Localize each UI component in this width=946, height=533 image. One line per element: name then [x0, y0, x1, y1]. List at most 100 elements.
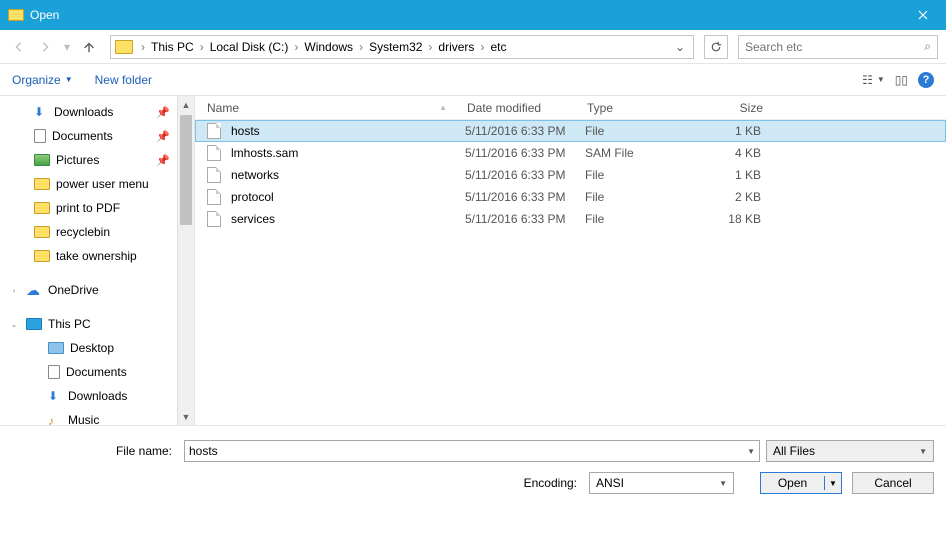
scroll-up-button[interactable]: ▲ — [178, 96, 194, 113]
sidebar-label: take ownership — [56, 249, 137, 263]
chevron-right-icon: › — [424, 40, 436, 54]
up-button[interactable] — [78, 36, 100, 58]
file-icon — [207, 189, 221, 205]
filename-field[interactable]: ▼ — [184, 440, 760, 462]
address-bar[interactable]: › This PC › Local Disk (C:) › Windows › … — [110, 35, 694, 59]
new-folder-button[interactable]: New folder — [95, 73, 152, 87]
chevron-down-icon: ▼ — [877, 75, 885, 84]
column-name[interactable]: Name▲ — [207, 101, 467, 115]
file-row[interactable]: protocol5/11/2016 6:33 PMFile2 KB — [195, 186, 946, 208]
file-date: 5/11/2016 6:33 PM — [465, 146, 585, 160]
file-size: 1 KB — [695, 124, 775, 138]
filename-input[interactable] — [189, 444, 747, 458]
filter-label: All Files — [773, 444, 815, 458]
chevron-right-icon: › — [196, 40, 208, 54]
file-icon — [207, 167, 221, 183]
forward-button[interactable] — [34, 36, 56, 58]
close-button[interactable] — [900, 0, 946, 30]
breadcrumb-segment[interactable]: System32 — [369, 40, 422, 54]
document-icon — [48, 365, 60, 379]
sidebar-item-documents2[interactable]: Documents — [0, 360, 194, 384]
sidebar-item-documents[interactable]: Documents📌 — [0, 124, 194, 148]
navbar: ▾ › This PC › Local Disk (C:) › Windows … — [0, 30, 946, 64]
sidebar-item-music[interactable]: ♪ Music — [0, 408, 194, 425]
preview-pane-icon: ▯▯ — [895, 73, 908, 87]
help-button[interactable]: ? — [918, 72, 934, 88]
breadcrumb-segment[interactable]: drivers — [438, 40, 474, 54]
address-dropdown[interactable]: ⌄ — [671, 40, 689, 54]
open-button[interactable]: Open ▼ — [760, 472, 842, 494]
cancel-button[interactable]: Cancel — [852, 472, 934, 494]
scroll-thumb[interactable] — [180, 115, 192, 225]
file-size: 2 KB — [695, 190, 775, 204]
sidebar-label: OneDrive — [48, 283, 99, 297]
breadcrumb-segment[interactable]: This PC — [151, 40, 194, 54]
sidebar-item-printtopdf[interactable]: print to PDF — [0, 196, 194, 220]
file-date: 5/11/2016 6:33 PM — [465, 212, 585, 226]
sidebar-label: Downloads — [68, 389, 127, 403]
column-type[interactable]: Type — [587, 101, 697, 115]
preview-pane-button[interactable]: ▯▯ — [895, 73, 908, 87]
file-icon — [207, 211, 221, 227]
column-headers: Name▲ Date modified Type Size — [195, 96, 946, 120]
toolbar: Organize▼ New folder ☷▼ ▯▯ ? — [0, 64, 946, 96]
file-type-filter[interactable]: All Files▼ — [766, 440, 934, 462]
sidebar-item-desktop[interactable]: Desktop — [0, 336, 194, 360]
view-options[interactable]: ☷▼ — [862, 73, 885, 87]
sidebar-item-downloads2[interactable]: ⬇Downloads — [0, 384, 194, 408]
file-row[interactable]: services5/11/2016 6:33 PMFile18 KB — [195, 208, 946, 230]
sidebar-label: Documents — [52, 129, 113, 143]
sidebar-label: Music — [68, 413, 99, 425]
sidebar-item-pictures[interactable]: Pictures📌 — [0, 148, 194, 172]
breadcrumb-segment[interactable]: etc — [490, 40, 506, 54]
chevron-right-icon: › — [290, 40, 302, 54]
breadcrumb-segment[interactable]: Windows — [304, 40, 353, 54]
file-size: 4 KB — [695, 146, 775, 160]
sidebar-item-onedrive[interactable]: ›☁OneDrive — [0, 278, 194, 302]
sidebar-label: Documents — [66, 365, 127, 379]
recent-dropdown[interactable]: ▾ — [60, 36, 74, 58]
sidebar-item-downloads[interactable]: ⬇Downloads📌 — [0, 100, 194, 124]
sidebar-item-powerusermenu[interactable]: power user menu — [0, 172, 194, 196]
sidebar-label: Pictures — [56, 153, 99, 167]
details-view-icon: ☷ — [862, 73, 873, 87]
file-row[interactable]: hosts5/11/2016 6:33 PMFile1 KB — [195, 120, 946, 142]
file-type: File — [585, 168, 695, 182]
scroll-down-button[interactable]: ▼ — [178, 408, 194, 425]
bottom-panel: File name: ▼ All Files▼ Encoding: ANSI▼ … — [0, 425, 946, 504]
window-title: Open — [30, 8, 59, 22]
back-button[interactable] — [8, 36, 30, 58]
organize-label: Organize — [12, 73, 61, 87]
column-date[interactable]: Date modified — [467, 101, 587, 115]
sidebar-item-takeownership[interactable]: take ownership — [0, 244, 194, 268]
sidebar-item-thispc[interactable]: ⌄This PC — [0, 312, 194, 336]
expand-icon[interactable]: › — [8, 286, 20, 295]
chevron-right-icon: › — [137, 40, 149, 54]
file-date: 5/11/2016 6:33 PM — [465, 190, 585, 204]
encoding-value: ANSI — [596, 476, 624, 490]
music-icon: ♪ — [48, 414, 62, 425]
file-type: File — [585, 190, 695, 204]
sidebar-label: recyclebin — [56, 225, 110, 239]
folder-icon — [34, 202, 50, 214]
chevron-down-icon[interactable]: ▼ — [747, 447, 755, 456]
file-date: 5/11/2016 6:33 PM — [465, 124, 585, 138]
search-input[interactable] — [745, 40, 924, 54]
file-type: File — [585, 124, 695, 138]
search-box[interactable]: ⌕ — [738, 35, 938, 59]
sidebar-item-recyclebin[interactable]: recyclebin — [0, 220, 194, 244]
file-row[interactable]: lmhosts.sam5/11/2016 6:33 PMSAM File4 KB — [195, 142, 946, 164]
document-icon — [34, 129, 46, 143]
column-size[interactable]: Size — [697, 101, 777, 115]
file-row[interactable]: networks5/11/2016 6:33 PMFile1 KB — [195, 164, 946, 186]
collapse-icon[interactable]: ⌄ — [8, 320, 20, 329]
sidebar-scrollbar[interactable]: ▲ ▼ — [177, 96, 194, 425]
refresh-button[interactable] — [704, 35, 728, 59]
scroll-track[interactable] — [178, 227, 194, 408]
open-split-dropdown[interactable]: ▼ — [825, 479, 841, 488]
encoding-select[interactable]: ANSI▼ — [589, 472, 734, 494]
sidebar-label: Desktop — [70, 341, 114, 355]
organize-menu[interactable]: Organize▼ — [12, 73, 73, 87]
breadcrumb-segment[interactable]: Local Disk (C:) — [210, 40, 289, 54]
sort-asc-icon: ▲ — [439, 103, 447, 112]
